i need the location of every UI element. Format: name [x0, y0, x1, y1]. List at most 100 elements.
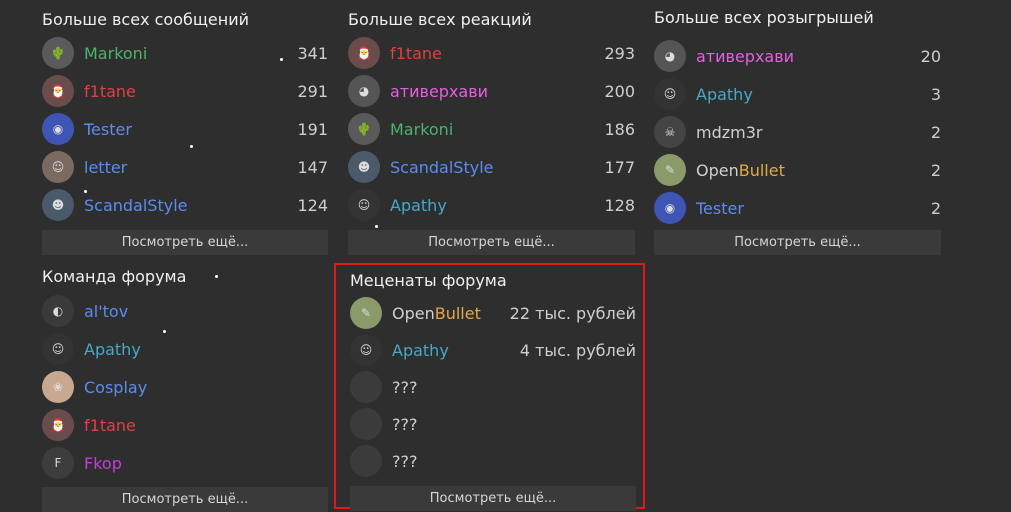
username-link[interactable]: ативерхави: [696, 47, 794, 66]
username-link[interactable]: ScandalStyle: [84, 196, 188, 215]
username-link[interactable]: Cosplay: [84, 378, 147, 397]
stat-value: 293: [604, 43, 635, 63]
openbullet-avatar-icon[interactable]: ✎: [350, 297, 382, 329]
person-avatar-icon[interactable]: ☻: [348, 151, 380, 183]
bird-avatar-icon[interactable]: ◕: [348, 75, 380, 107]
cactus-avatar-icon[interactable]: 🌵: [348, 113, 380, 145]
santa-avatar-icon[interactable]: 🎅: [348, 37, 380, 69]
username-link[interactable]: OpenBullet: [392, 304, 481, 323]
panel-title: Больше всех розыгрышей: [654, 8, 874, 27]
user-row: ◕ ативерхави 200: [348, 73, 635, 109]
user-row: ☺ Apathy 3: [654, 76, 941, 112]
stat-value: 3: [930, 84, 941, 104]
avatar-glyph: ✎: [360, 306, 372, 320]
user-row: F Fkop: [42, 445, 328, 481]
user-row: 🎅 f1tane: [42, 407, 328, 443]
stat-value: 200: [604, 81, 635, 101]
user-row: ◉ Tester 2: [654, 190, 941, 226]
avatar-glyph: 🎅: [356, 46, 372, 60]
avatar-glyph: ☺: [663, 87, 677, 101]
avatar-glyph: 🎅: [50, 418, 66, 432]
stat-value: 341: [297, 43, 328, 63]
stat-value: 177: [604, 157, 635, 177]
see-more-button[interactable]: Посмотреть ещё...: [654, 230, 941, 255]
stat-value: 128: [604, 195, 635, 215]
user-row: 🎅 f1tane 291: [42, 73, 328, 109]
dark-avatar-icon[interactable]: ◐: [42, 295, 74, 327]
anime-avatar-icon[interactable]: ☺: [42, 151, 74, 183]
empty-avatar-icon[interactable]: [350, 408, 382, 440]
empty-avatar-icon[interactable]: [350, 445, 382, 477]
cosplay-avatar-icon[interactable]: ❀: [42, 371, 74, 403]
username-link[interactable]: mdzm3r: [696, 123, 762, 142]
user-row: ◕ ативерхави 20: [654, 38, 941, 74]
see-more-button[interactable]: Посмотреть ещё...: [348, 230, 635, 255]
username-link[interactable]: Tester: [696, 199, 744, 218]
empty-avatar-icon[interactable]: [350, 371, 382, 403]
user-row: 🌵 Markoni 341: [42, 35, 328, 71]
avatar-glyph: ☺: [51, 160, 65, 174]
stat-value: 2: [930, 160, 941, 180]
username-link[interactable]: ???: [392, 452, 417, 471]
snow-dot: [163, 330, 166, 333]
username-link[interactable]: f1tane: [84, 82, 136, 101]
see-more-button[interactable]: Посмотреть ещё...: [350, 486, 636, 511]
mask-avatar-icon[interactable]: ☠: [654, 116, 686, 148]
avatar-glyph: ◉: [52, 122, 64, 136]
forum-patrons-panel: Меценаты форума ✎ OpenBullet 22 тыс. рубле…: [350, 270, 636, 511]
santa-avatar-icon[interactable]: 🎅: [42, 75, 74, 107]
avatar-glyph: ☺: [51, 342, 65, 356]
santa-avatar-icon[interactable]: 🎅: [42, 409, 74, 441]
username-link[interactable]: ???: [392, 378, 417, 397]
snow-dot: [190, 145, 193, 148]
username-link[interactable]: f1tane: [84, 416, 136, 435]
user-row: ❀ Cosplay: [42, 369, 328, 405]
user-row: ???: [350, 406, 636, 442]
user-row: ☺ letter 147: [42, 149, 328, 185]
username-link[interactable]: ???: [392, 415, 417, 434]
username-link[interactable]: letter: [84, 158, 127, 177]
letter-avatar-icon[interactable]: F: [42, 447, 74, 479]
anime-avatar-icon[interactable]: ☺: [348, 189, 380, 221]
username-link[interactable]: Tester: [84, 120, 132, 139]
bird-avatar-icon[interactable]: ◕: [654, 40, 686, 72]
forum-team-panel: Команда форума ◐ al'tov ☺ Apathy ❀ Cosplay 🎅 f1…: [42, 266, 328, 512]
username-link[interactable]: Apathy: [696, 85, 753, 104]
anime-avatar-icon[interactable]: ☺: [350, 334, 382, 366]
tester-avatar-icon[interactable]: ◉: [654, 192, 686, 224]
username-link[interactable]: Apathy: [390, 196, 447, 215]
cactus-avatar-icon[interactable]: 🌵: [42, 37, 74, 69]
openbullet-avatar-icon[interactable]: ✎: [654, 154, 686, 186]
username-part: Bullet: [434, 303, 481, 323]
stat-value: 2: [930, 122, 941, 142]
user-row: ☺ Apathy: [42, 331, 328, 367]
person-avatar-icon[interactable]: ☻: [42, 189, 74, 221]
username-link[interactable]: Markoni: [390, 120, 453, 139]
see-more-button[interactable]: Посмотреть ещё...: [42, 487, 328, 512]
avatar-glyph: ❀: [52, 380, 64, 394]
anime-avatar-icon[interactable]: ☺: [654, 78, 686, 110]
user-row: ☻ ScandalStyle 177: [348, 149, 635, 185]
avatar-glyph: ◉: [664, 201, 676, 215]
username-link[interactable]: Apathy: [84, 340, 141, 359]
see-more-button[interactable]: Посмотреть ещё...: [42, 230, 328, 255]
tester-avatar-icon[interactable]: ◉: [42, 113, 74, 145]
username-link[interactable]: ативерхави: [390, 82, 488, 101]
username-link[interactable]: OpenBullet: [696, 161, 785, 180]
username-link[interactable]: Markoni: [84, 44, 147, 63]
avatar-glyph: ☻: [51, 198, 65, 212]
username-link[interactable]: al'tov: [84, 302, 128, 321]
stat-value: 2: [930, 198, 941, 218]
user-row: ✎ OpenBullet 2: [654, 152, 941, 188]
username-link[interactable]: ScandalStyle: [390, 158, 494, 177]
avatar-glyph: 🌵: [50, 46, 66, 60]
anime-avatar-icon[interactable]: ☺: [42, 333, 74, 365]
snow-dot: [280, 58, 283, 61]
username-link[interactable]: Apathy: [392, 341, 449, 360]
avatar-glyph: ◐: [52, 304, 64, 318]
stat-value: 4 тыс. рублей: [519, 340, 636, 360]
username-link[interactable]: Fkop: [84, 454, 122, 473]
snow-dot: [84, 190, 87, 193]
stat-value: 22 тыс. рублей: [509, 303, 636, 323]
username-link[interactable]: f1tane: [390, 44, 442, 63]
